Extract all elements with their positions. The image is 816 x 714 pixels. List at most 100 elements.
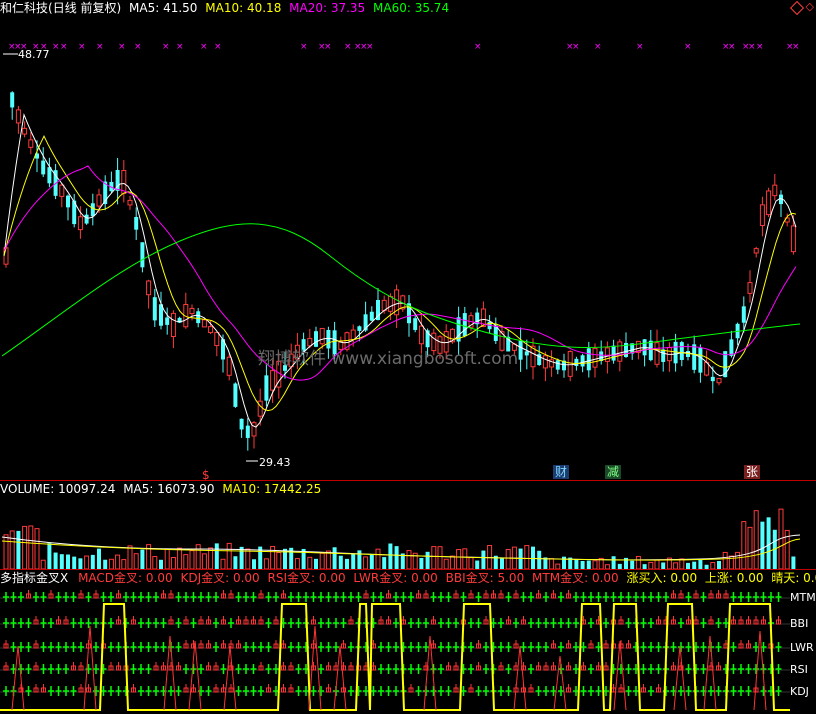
candle[interactable] [170,310,176,349]
candle[interactable] [103,175,108,211]
candle[interactable] [140,242,145,273]
volume-bar [357,550,362,569]
candle[interactable] [159,291,163,330]
candle[interactable] [121,160,127,203]
candle[interactable] [146,279,152,309]
sell-marker [273,616,279,625]
candle[interactable] [165,307,170,335]
candle[interactable] [790,215,796,255]
candle[interactable] [759,196,765,237]
candle[interactable] [772,173,778,201]
buy-marker [310,592,317,602]
candle[interactable] [562,353,566,378]
volume-bar [425,551,430,569]
candle[interactable] [59,182,65,208]
candle[interactable] [183,292,189,329]
candle[interactable] [766,187,772,218]
candle[interactable] [245,418,250,451]
candle[interactable] [710,366,715,394]
candle[interactable] [499,324,505,352]
mtm-cross-value: MTM金叉: 0.00 [532,571,619,585]
candle[interactable] [53,163,58,200]
buy-marker [198,592,204,602]
candle[interactable] [66,194,70,221]
candle[interactable] [753,246,759,258]
candle[interactable] [716,378,722,386]
price-chart[interactable]: ××× × × × × × × × × × × × × × ×× × ××× × ×× × × × ×× ×× × ×× 翔博软件… [0,16,816,480]
candle[interactable] [369,306,374,322]
candle[interactable] [648,329,653,362]
candle[interactable] [518,327,523,372]
candle[interactable] [239,418,244,438]
reduce-badge[interactable]: 减 [605,465,622,479]
candle[interactable] [549,350,555,377]
candle[interactable] [10,91,15,120]
volume-bar [16,530,21,569]
sell-marker [206,662,211,671]
candle[interactable] [41,147,46,178]
candle[interactable] [233,382,238,408]
candle[interactable] [542,351,548,382]
sell-marker [131,616,136,625]
buy-marker [745,686,752,696]
buy-marker [3,686,9,696]
candle[interactable] [22,121,28,138]
candle[interactable] [698,344,703,383]
candle[interactable] [661,336,666,372]
candle[interactable] [109,171,114,194]
candle[interactable] [28,132,34,155]
buy-marker [715,686,722,696]
candle[interactable] [592,343,598,378]
buy-marker [468,642,474,652]
candle[interactable] [611,339,616,364]
candle[interactable] [196,308,201,328]
candle[interactable] [493,317,498,345]
volume-bar [717,561,721,569]
price-chart-pane[interactable]: × × × × × × × × × × × × × × × × × × × × × × × × × × × × × × × × × × × 翔博软件… [0,16,816,482]
candle[interactable] [567,350,573,382]
rise-badge[interactable]: 张 [744,465,761,479]
candle[interactable] [15,105,21,134]
candle[interactable] [555,358,560,375]
volume-chart[interactable] [0,497,816,569]
candle[interactable] [90,193,95,226]
candle[interactable] [487,315,492,334]
volume-bar [53,552,58,569]
candle[interactable] [462,306,467,338]
adjust-mode[interactable]: (日线 前复权) [48,1,121,15]
candle[interactable] [456,306,461,355]
buy-marker [618,592,624,602]
buy-marker [265,592,272,602]
candle[interactable] [152,288,157,327]
buy-marker [400,592,407,602]
buy-marker [115,686,122,696]
volume-bar [314,558,318,569]
candle[interactable] [679,340,684,367]
finance-badge[interactable]: 财 [553,465,570,479]
candle[interactable] [314,326,318,348]
indicator-chart[interactable] [0,586,816,714]
candle[interactable] [747,270,753,303]
volume-bar [382,557,387,569]
volume-bar [648,561,654,569]
candle[interactable] [264,362,269,407]
candle[interactable] [530,338,536,380]
indicator-title[interactable]: 多指标金叉X [0,571,68,585]
indicator-pane[interactable]: MTM BBI LWR RSI KDJ [0,586,816,714]
candle[interactable] [134,207,139,240]
volume-pane[interactable] [0,497,816,569]
diamond-icon[interactable] [789,0,805,16]
candle[interactable] [127,195,133,210]
close-icon[interactable]: ◇ [806,0,814,14]
candle[interactable] [779,190,783,217]
buy-marker [603,592,609,602]
candle[interactable] [47,157,52,188]
candle[interactable] [418,315,424,354]
candle[interactable] [735,322,740,346]
buy-marker [543,686,549,696]
candle[interactable] [666,342,672,372]
stock-name[interactable]: 和仁科技 [0,1,48,15]
candle[interactable] [214,331,220,357]
candle[interactable] [729,330,734,358]
buy-marker [93,664,99,674]
